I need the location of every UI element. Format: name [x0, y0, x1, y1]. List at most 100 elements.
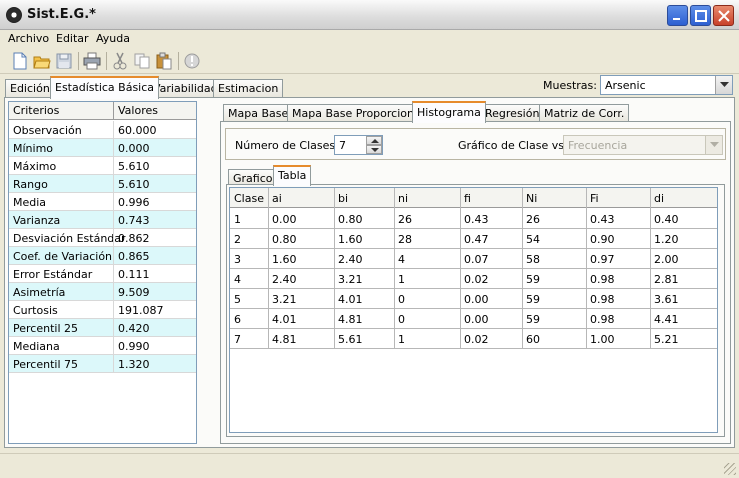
copy-icon[interactable]: [133, 52, 151, 70]
table-cell: 0.98: [590, 293, 615, 306]
table-row[interactable]: 1 0.00 0.80 26 0.43 26 0.43 0.40: [230, 209, 717, 229]
info-icon[interactable]: [183, 52, 201, 70]
column-header-criterios[interactable]: Criterios: [13, 104, 59, 117]
tab-mapa-base-proporcional[interactable]: Mapa Base Proporcional: [287, 104, 429, 122]
close-button[interactable]: [713, 5, 734, 26]
column-divider: [113, 247, 114, 265]
table-cell: 5: [234, 293, 241, 306]
tab-tabla[interactable]: Tabla: [273, 165, 312, 186]
table-cell: 1: [398, 333, 405, 346]
stats-row[interactable]: Máximo 5.610: [9, 157, 196, 175]
muestras-select[interactable]: Arsenic: [600, 75, 733, 95]
resize-grip-icon[interactable]: [724, 463, 736, 475]
paste-icon[interactable]: [155, 52, 173, 70]
stats-row[interactable]: Observación 60.000: [9, 121, 196, 139]
column-header-ni[interactable]: Ni: [526, 192, 537, 205]
column-header-bi[interactable]: bi: [338, 192, 348, 205]
table-cell: 59: [526, 313, 540, 326]
table-cell: 1.00: [590, 333, 615, 346]
stats-row[interactable]: Percentil 75 1.320: [9, 355, 196, 373]
table-cell: 6: [234, 313, 241, 326]
stats-row[interactable]: Mediana 0.990: [9, 337, 196, 355]
menu-archivo[interactable]: Archivo: [8, 32, 49, 45]
save-icon[interactable]: [55, 52, 73, 70]
toolbar-separator: [78, 52, 79, 70]
num-clases-value[interactable]: 7: [339, 139, 346, 152]
table-row[interactable]: 6 4.01 4.81 0 0.00 59 0.98 4.41: [230, 309, 717, 329]
minimize-button[interactable]: [667, 5, 688, 26]
column-header-fi[interactable]: Fi: [590, 192, 599, 205]
table-cell: 0.02: [464, 273, 489, 286]
column-divider: [113, 102, 114, 120]
grafico-clase-value: Frecuencia: [568, 139, 628, 152]
stats-row[interactable]: Coef. de Variación 0.865: [9, 247, 196, 265]
column-divider: [113, 211, 114, 229]
stats-valor: 60.000: [118, 124, 157, 137]
chevron-down-icon[interactable]: [715, 76, 732, 94]
column-header-fi[interactable]: fi: [464, 192, 471, 205]
spin-up-icon[interactable]: [366, 136, 382, 145]
tab-histograma[interactable]: Histograma: [412, 101, 486, 123]
tab-regresion[interactable]: Regresión: [480, 104, 545, 122]
grafico-clase-select[interactable]: Frecuencia: [563, 135, 723, 155]
table-cell: 0: [398, 293, 405, 306]
table-cell: 2.40: [272, 273, 297, 286]
table-cell: 0.40: [654, 213, 679, 226]
table-cell: 28: [398, 233, 412, 246]
stats-row[interactable]: Mínimo 0.000: [9, 139, 196, 157]
tab-edicion[interactable]: Edición: [5, 79, 55, 98]
column-header-ai[interactable]: ai: [272, 192, 282, 205]
table-row[interactable]: 5 3.21 4.01 0 0.00 59 0.98 3.61: [230, 289, 717, 309]
stats-row[interactable]: Curtosis 191.087: [9, 301, 196, 319]
table-cell: 26: [398, 213, 412, 226]
stats-row[interactable]: Error Estándar 0.111: [9, 265, 196, 283]
table-cell: 0.80: [272, 233, 297, 246]
table-cell: 0.07: [464, 253, 489, 266]
print-icon[interactable]: [83, 52, 101, 70]
stats-row[interactable]: Varianza 0.743: [9, 211, 196, 229]
table-row[interactable]: 4 2.40 3.21 1 0.02 59 0.98 2.81: [230, 269, 717, 289]
table-cell: 4.41: [654, 313, 679, 326]
column-header-clase[interactable]: Clase: [234, 192, 264, 205]
table-cell: 0.97: [590, 253, 615, 266]
new-file-icon[interactable]: [11, 52, 29, 70]
stats-criterio: Curtosis: [13, 304, 58, 317]
open-folder-icon[interactable]: [33, 52, 51, 70]
num-clases-spinner[interactable]: 7: [334, 135, 383, 155]
stats-row[interactable]: Desviación Estándar 0.862: [9, 229, 196, 247]
tab-matriz-de-corr[interactable]: Matriz de Corr.: [539, 104, 630, 122]
stats-row[interactable]: Percentil 25 0.420: [9, 319, 196, 337]
menu-ayuda[interactable]: Ayuda: [96, 32, 130, 45]
stats-criterio: Error Estándar: [13, 268, 93, 281]
frequency-table: Clase ai bi ni fi Ni Fi di 1 0.00 0.80 26 0.43 26 0.4…: [229, 187, 718, 433]
menu-editar[interactable]: Editar: [56, 32, 89, 45]
maximize-button[interactable]: [690, 5, 711, 26]
column-divider: [113, 229, 114, 247]
table-cell: 0.47: [464, 233, 489, 246]
column-header-ni[interactable]: ni: [398, 192, 408, 205]
tab-variabilidad[interactable]: Variabilidad: [148, 79, 223, 98]
tab-estadistica-basica[interactable]: Estadística Básica: [50, 76, 160, 99]
stats-valor: 0.743: [118, 214, 150, 227]
table-cell: 26: [526, 213, 540, 226]
window-title: Sist.E.G.*: [27, 7, 96, 22]
stats-valor: 0.996: [118, 196, 150, 209]
table-row[interactable]: 2 0.80 1.60 28 0.47 54 0.90 1.20: [230, 229, 717, 249]
column-divider: [394, 188, 395, 349]
table-row[interactable]: 7 4.81 5.61 1 0.02 60 1.00 5.21: [230, 329, 717, 349]
stats-criterio: Percentil 25: [13, 322, 78, 335]
cut-icon[interactable]: [111, 52, 129, 70]
column-divider: [113, 337, 114, 355]
table-cell: 0.98: [590, 313, 615, 326]
stats-row[interactable]: Asimetría 9.509: [9, 283, 196, 301]
stats-row[interactable]: Rango 5.610: [9, 175, 196, 193]
chevron-down-icon[interactable]: [705, 136, 722, 154]
column-header-di[interactable]: di: [654, 192, 664, 205]
stats-row[interactable]: Media 0.996: [9, 193, 196, 211]
spin-down-icon[interactable]: [366, 145, 382, 154]
column-header-valores[interactable]: Valores: [118, 104, 158, 117]
tab-mapa-base[interactable]: Mapa Base: [223, 104, 294, 122]
tab-estimacion[interactable]: Estimacion: [213, 79, 284, 98]
table-row[interactable]: 3 1.60 2.40 4 0.07 58 0.97 2.00: [230, 249, 717, 269]
column-divider: [113, 193, 114, 211]
